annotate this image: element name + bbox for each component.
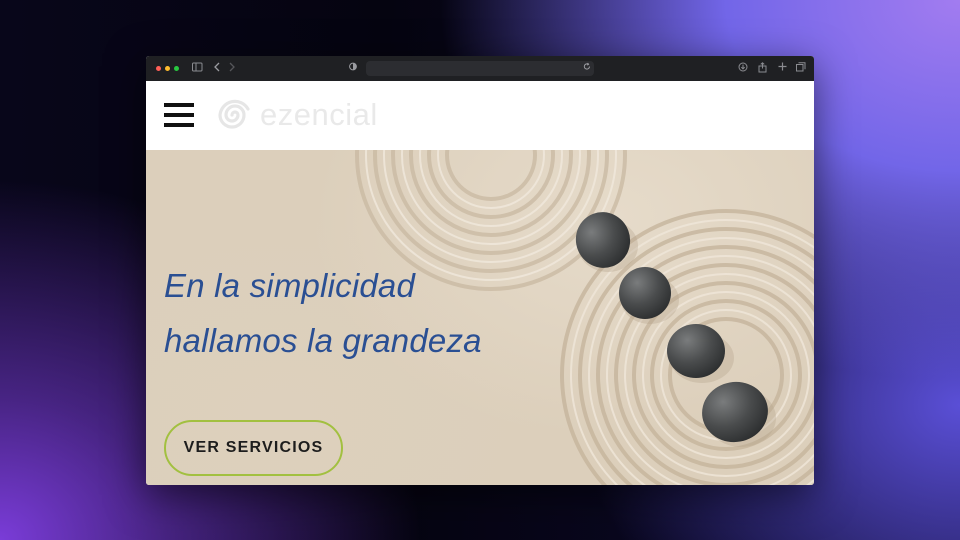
hero-headline-line1: En la simplicidad (164, 267, 416, 304)
back-icon[interactable] (213, 62, 221, 76)
ezencial-logo[interactable]: ezencial (218, 97, 378, 133)
close-window-dot[interactable] (156, 66, 161, 71)
browser-titlebar (146, 56, 814, 82)
reload-icon[interactable] (583, 62, 591, 75)
ver-servicios-button[interactable]: VER SERVICIOS (164, 420, 343, 476)
share-icon[interactable] (758, 62, 767, 77)
maximize-window-dot[interactable] (174, 66, 179, 71)
sidebar-icon[interactable] (192, 62, 203, 76)
tabs-overview-icon[interactable] (796, 62, 806, 76)
shield-icon (349, 62, 357, 75)
site-header: ezencial (146, 81, 814, 150)
hero-headline-line2: hallamos la grandeza (164, 322, 482, 359)
new-tab-icon[interactable] (778, 62, 787, 75)
hero-section: En la simplicidad hallamos la grandeza V… (146, 150, 814, 485)
address-bar[interactable] (366, 61, 594, 76)
forward-icon[interactable] (228, 62, 236, 76)
zen-stone (619, 267, 671, 319)
zen-stone (667, 324, 725, 378)
hamburger-icon[interactable] (164, 103, 194, 127)
spiral-logo-icon (218, 99, 250, 129)
browser-window: ezencial En la simplicidad hallamos la g… (146, 56, 814, 485)
minimize-window-dot[interactable] (165, 66, 170, 71)
logo-wordmark: ezencial (260, 97, 378, 132)
download-icon[interactable] (738, 62, 748, 76)
